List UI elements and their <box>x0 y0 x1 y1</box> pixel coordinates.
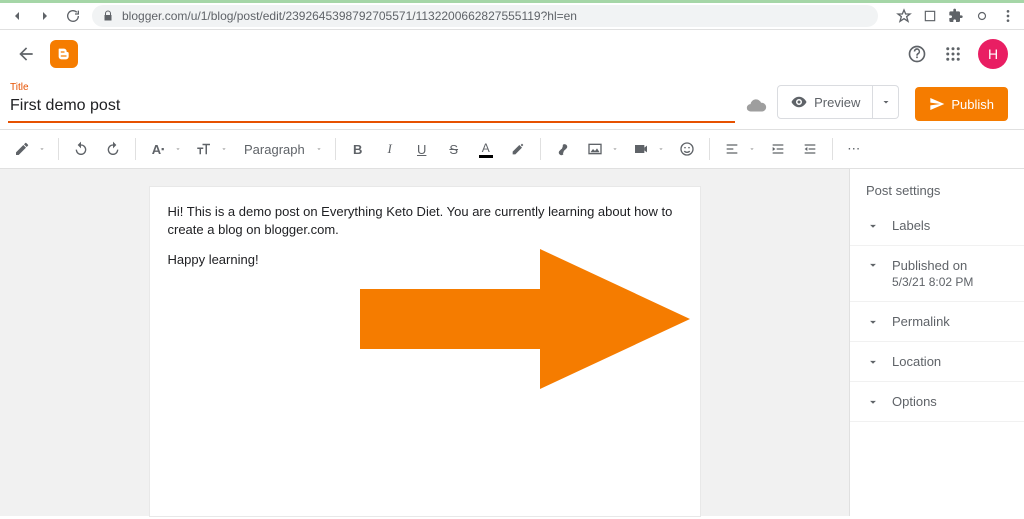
editor-pane[interactable]: Hi! This is a demo post on Everything Ke… <box>0 169 849 516</box>
google-apps-icon[interactable] <box>942 43 964 65</box>
editor-paragraph-2: Happy learning! <box>168 251 682 269</box>
paragraph-style-dropdown[interactable] <box>315 145 323 153</box>
preview-label: Preview <box>814 95 860 110</box>
settings-options-text: Options <box>892 394 937 409</box>
title-action-row: Title Preview Publish <box>0 78 1024 123</box>
format-toolbar: A▪ Paragraph B I U S A ⋯ <box>0 129 1024 169</box>
bold-button[interactable]: B <box>344 135 372 163</box>
send-icon <box>929 96 945 112</box>
extension-icon-1[interactable] <box>922 8 938 24</box>
chevron-down-icon <box>866 395 880 409</box>
settings-published-label: Published on <box>892 258 973 273</box>
insert-image-button[interactable] <box>581 135 609 163</box>
preview-button[interactable]: Preview <box>777 85 873 119</box>
settings-permalink[interactable]: Permalink <box>850 302 1024 342</box>
more-tools-button[interactable]: ⋯ <box>841 135 869 163</box>
eye-icon <box>790 93 808 111</box>
post-title-input[interactable] <box>8 93 735 123</box>
underline-button[interactable]: U <box>408 135 436 163</box>
extensions-puzzle-icon[interactable] <box>948 8 964 24</box>
editor-page[interactable]: Hi! This is a demo post on Everything Ke… <box>150 187 700 516</box>
text-color-button[interactable]: A <box>472 135 500 163</box>
browser-menu-icon[interactable] <box>1000 8 1016 24</box>
insert-image-dropdown[interactable] <box>611 145 619 153</box>
settings-location-text: Location <box>892 354 941 369</box>
app-back-button[interactable] <box>16 44 36 64</box>
browser-back-button[interactable] <box>8 7 26 25</box>
redo-button[interactable] <box>99 135 127 163</box>
chevron-down-icon <box>866 219 880 233</box>
indent-decrease-button[interactable] <box>796 135 824 163</box>
browser-toolbar: blogger.com/u/1/blog/post/edit/239264539… <box>0 0 1024 30</box>
insert-video-dropdown[interactable] <box>657 145 665 153</box>
extension-icon-2[interactable] <box>974 8 990 24</box>
app-header: H <box>0 30 1024 78</box>
highlight-button[interactable] <box>504 135 532 163</box>
align-button[interactable] <box>718 135 746 163</box>
chevron-down-icon <box>866 355 880 369</box>
bookmark-star-icon[interactable] <box>896 8 912 24</box>
chevron-down-icon <box>866 315 880 329</box>
insert-video-button[interactable] <box>627 135 655 163</box>
paragraph-style-button[interactable]: Paragraph <box>236 135 313 163</box>
browser-address-bar[interactable]: blogger.com/u/1/blog/post/edit/239264539… <box>92 5 878 27</box>
publish-label: Publish <box>951 97 994 112</box>
browser-reload-button[interactable] <box>64 7 82 25</box>
indent-increase-button[interactable] <box>764 135 792 163</box>
user-avatar[interactable]: H <box>978 39 1008 69</box>
compose-mode-button[interactable] <box>8 135 36 163</box>
settings-options[interactable]: Options <box>850 382 1024 422</box>
strikethrough-button[interactable]: S <box>440 135 468 163</box>
browser-url-text: blogger.com/u/1/blog/post/edit/239264539… <box>122 9 577 23</box>
title-field-label: Title <box>8 82 735 93</box>
font-size-button[interactable] <box>190 135 218 163</box>
cloud-saved-icon <box>745 95 767 117</box>
settings-published[interactable]: Published on 5/3/21 8:02 PM <box>850 246 1024 302</box>
editor-paragraph-1: Hi! This is a demo post on Everything Ke… <box>168 203 682 239</box>
avatar-letter: H <box>988 46 998 62</box>
undo-button[interactable] <box>67 135 95 163</box>
settings-labels[interactable]: Labels <box>850 206 1024 246</box>
blogger-logo-icon <box>50 40 78 68</box>
preview-dropdown[interactable] <box>873 85 899 119</box>
settings-published-value: 5/3/21 8:02 PM <box>892 275 973 289</box>
browser-forward-button[interactable] <box>36 7 54 25</box>
publish-button[interactable]: Publish <box>915 87 1008 121</box>
italic-button[interactable]: I <box>376 135 404 163</box>
lock-icon <box>102 10 114 22</box>
post-settings-panel: Post settings Labels Published on 5/3/21… <box>849 169 1024 516</box>
caret-down-icon <box>880 96 892 108</box>
settings-location[interactable]: Location <box>850 342 1024 382</box>
font-family-dropdown[interactable] <box>174 145 182 153</box>
insert-link-button[interactable] <box>549 135 577 163</box>
help-icon[interactable] <box>906 43 928 65</box>
settings-labels-text: Labels <box>892 218 930 233</box>
align-dropdown[interactable] <box>748 145 756 153</box>
font-family-button[interactable]: A▪ <box>144 135 172 163</box>
font-size-dropdown[interactable] <box>220 145 228 153</box>
post-settings-heading: Post settings <box>850 183 1024 206</box>
chevron-down-icon <box>866 258 880 272</box>
settings-permalink-text: Permalink <box>892 314 950 329</box>
compose-mode-dropdown[interactable] <box>38 145 46 153</box>
insert-emoji-button[interactable] <box>673 135 701 163</box>
